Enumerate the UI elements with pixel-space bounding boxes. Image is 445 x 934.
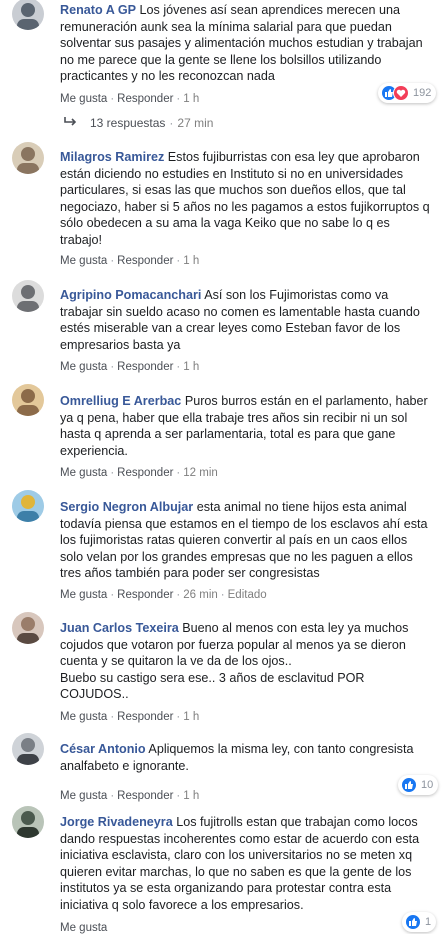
comment-body: Jorge Rivadeneyra Los fujitrolls estan q…	[60, 814, 432, 913]
comment-actions: Me gusta · Responder · 1 h	[60, 711, 200, 723]
love-reaction-icon	[393, 85, 409, 101]
like-link[interactable]: Me gusta	[60, 467, 107, 479]
like-link[interactable]: Me gusta	[60, 790, 107, 802]
comment-time[interactable]: 1 h	[183, 93, 199, 105]
reaction-count: 192	[413, 87, 432, 99]
avatar[interactable]	[12, 733, 44, 765]
reply-link[interactable]: Responder	[117, 790, 173, 802]
comment-actions: Me gusta · Responder · 1 h	[60, 93, 200, 105]
comment-author[interactable]: Milagros Ramirez	[60, 150, 164, 164]
like-link[interactable]: Me gusta	[60, 589, 107, 601]
reply-link[interactable]: Responder	[117, 361, 173, 373]
comment-actions: Me gusta · Responder · 1 h	[60, 790, 200, 802]
reply-link[interactable]: Responder	[117, 255, 173, 267]
reply-link[interactable]: Responder	[117, 467, 173, 479]
comment-body: Sergio Negron Albujar esta animal no tie…	[60, 499, 432, 582]
comment-text: Estos fujiburristas con esa ley que apro…	[60, 150, 430, 247]
comment-body: Milagros Ramirez Estos fujiburristas con…	[60, 149, 432, 248]
comment-time[interactable]: 12 min	[183, 467, 218, 479]
comment-actions: Me gusta · Responder · 1 h	[60, 255, 200, 267]
comment-author[interactable]: Omrelliug E Arerbac	[60, 394, 181, 408]
like-link[interactable]: Me gusta	[60, 255, 107, 267]
replies-time: 27 min	[177, 116, 214, 130]
like-link[interactable]: Me gusta	[60, 711, 107, 723]
like-link[interactable]: Me gusta	[60, 922, 107, 934]
comment-actions: Me gusta · Responder · 12 min	[60, 467, 218, 479]
reply-link[interactable]: Responder	[117, 711, 173, 723]
avatar[interactable]	[12, 612, 44, 644]
avatar[interactable]	[12, 384, 44, 416]
avatar[interactable]	[12, 806, 44, 838]
avatar[interactable]	[12, 0, 44, 30]
reactions-badge[interactable]: 1	[402, 912, 437, 932]
comment-body: César Antonio Apliquemos la misma ley, c…	[60, 741, 432, 774]
comment-actions: Me gusta	[60, 922, 107, 934]
avatar[interactable]	[12, 142, 44, 174]
replies-count[interactable]: 13 respuestas	[90, 116, 165, 130]
comment-time[interactable]: 1 h	[183, 361, 199, 373]
comment-author[interactable]: Juan Carlos Texeira	[60, 621, 179, 635]
avatar[interactable]	[12, 490, 44, 522]
reaction-count: 10	[421, 779, 434, 791]
comment-author[interactable]: Jorge Rivadeneyra	[60, 815, 173, 829]
avatar[interactable]	[12, 280, 44, 312]
like-link[interactable]: Me gusta	[60, 93, 107, 105]
comment-body: Juan Carlos Texeira Bueno al menos con e…	[60, 620, 432, 703]
reply-arrow-icon	[64, 116, 78, 130]
reply-link[interactable]: Responder	[117, 589, 173, 601]
like-reaction-icon	[401, 777, 417, 793]
comment-body: Agripino Pomacanchari Así son los Fujimo…	[60, 287, 432, 353]
comment-time[interactable]: 1 h	[183, 711, 199, 723]
reaction-count: 1	[425, 916, 432, 928]
comment-author[interactable]: Sergio Negron Albujar	[60, 500, 193, 514]
comment-actions: Me gusta · Responder · 1 h	[60, 361, 200, 373]
reactions-badge[interactable]: 192	[378, 83, 437, 103]
comment-body: Renato A GP Los jóvenes así sean aprendi…	[60, 2, 432, 85]
comment-author[interactable]: César Antonio	[60, 742, 146, 756]
comment-actions: Me gusta · Responder · 26 min · Editado	[60, 589, 267, 601]
comment-text: Los fujitrolls estan que trabajan como l…	[60, 815, 420, 912]
comment-body: Omrelliug E Arerbac Puros burros están e…	[60, 393, 432, 459]
comment-time[interactable]: 1 h	[183, 790, 199, 802]
reply-link[interactable]: Responder	[117, 93, 173, 105]
reactions-badge[interactable]: 10	[398, 775, 439, 795]
view-replies-link[interactable]: 13 respuestas · 27 min	[64, 116, 213, 130]
comment-time[interactable]: 1 h	[183, 255, 199, 267]
comment-time[interactable]: 26 min	[183, 589, 218, 601]
like-link[interactable]: Me gusta	[60, 361, 107, 373]
comment-author[interactable]: Renato A GP	[60, 3, 136, 17]
comment-author[interactable]: Agripino Pomacanchari	[60, 288, 201, 302]
like-reaction-icon	[405, 914, 421, 930]
edited-label[interactable]: Editado	[228, 589, 267, 601]
